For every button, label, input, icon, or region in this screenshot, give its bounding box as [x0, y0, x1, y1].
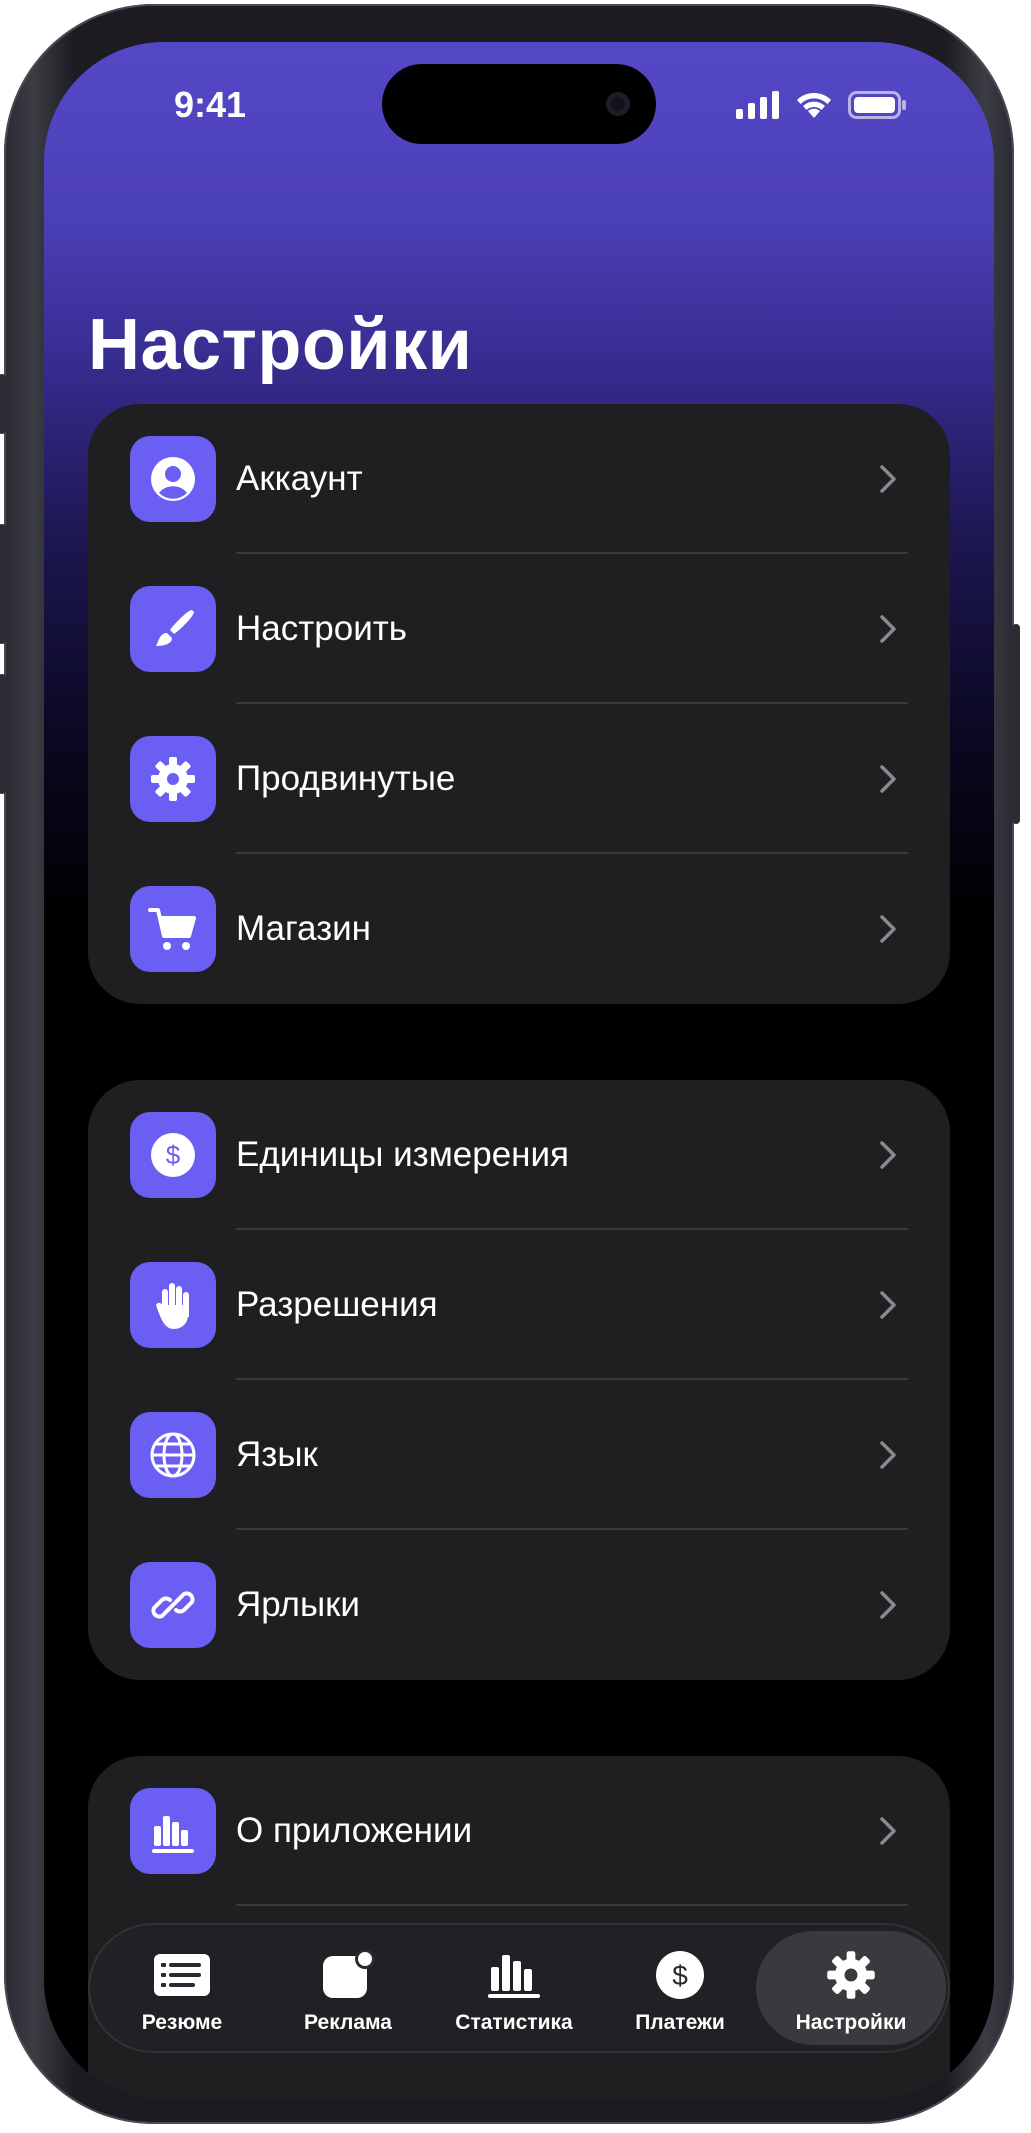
- action-button: [0, 374, 6, 434]
- hand-icon: [130, 1262, 216, 1348]
- cart-icon: [130, 886, 216, 972]
- page-title: Настройки: [88, 305, 473, 385]
- svg-text:$: $: [166, 1140, 181, 1170]
- list-icon: [153, 1945, 211, 2005]
- signal-icon: [736, 91, 779, 119]
- chart-icon: [130, 1788, 216, 1874]
- settings-row-about[interactable]: О приложении: [88, 1756, 950, 1906]
- settings-row-shortcuts[interactable]: Ярлыки: [88, 1530, 950, 1680]
- tab-label: Реклама: [304, 2011, 392, 2034]
- status-icons: [736, 90, 908, 120]
- paintbrush-icon: [130, 586, 216, 672]
- phone-frame: 9:41 Настройки Аккаунт Настроить Продвин…: [0, 4, 1020, 2124]
- settings-row-label: Язык: [236, 1435, 318, 1474]
- tab-bar: Резюме Реклама Статистика $ Платежи Наст…: [88, 1923, 950, 2053]
- tab-label: Статистика: [455, 2011, 573, 2034]
- battery-icon: [848, 91, 906, 119]
- tab-summary[interactable]: Резюме: [96, 1925, 268, 2051]
- camera-icon: [606, 92, 630, 116]
- tab-ads[interactable]: Реклама: [262, 1925, 434, 2051]
- chevron-right-icon: [870, 1587, 906, 1623]
- settings-row-permissions[interactable]: Разрешения: [88, 1230, 950, 1380]
- settings-row-label: Разрешения: [236, 1285, 438, 1324]
- power-button: [1012, 624, 1020, 824]
- settings-row-label: Единицы измерения: [236, 1135, 570, 1174]
- chevron-right-icon: [870, 611, 906, 647]
- volume-down-button: [0, 674, 6, 794]
- link-icon: [130, 1562, 216, 1648]
- settings-row-units[interactable]: $ Единицы измерения: [88, 1080, 950, 1230]
- settings-row-store[interactable]: Магазин: [88, 854, 950, 1004]
- settings-row-label: О приложении: [236, 1811, 473, 1850]
- tab-payments[interactable]: $ Платежи: [594, 1925, 766, 2051]
- settings-group-general: Аккаунт Настроить Продвинутые Магазин: [88, 404, 950, 1004]
- wifi-icon: [797, 92, 831, 118]
- dollar-circle-icon: $: [130, 1112, 216, 1198]
- dollar-circle-icon: $: [654, 1945, 706, 2005]
- divider: [236, 1904, 908, 1906]
- settings-row-language[interactable]: Язык: [88, 1380, 950, 1530]
- app-badge-icon: [321, 1945, 375, 2005]
- chevron-right-icon: [870, 461, 906, 497]
- globe-icon: [130, 1412, 216, 1498]
- settings-row-label: Магазин: [236, 909, 372, 948]
- person-icon: [130, 436, 216, 522]
- dynamic-island: [382, 64, 656, 144]
- tab-settings[interactable]: Настройки: [756, 1931, 946, 2045]
- chevron-right-icon: [870, 1287, 906, 1323]
- settings-row-advanced[interactable]: Продвинутые: [88, 704, 950, 854]
- tab-label: Настройки: [795, 2011, 907, 2034]
- settings-row-label: Аккаунт: [236, 459, 363, 498]
- chevron-right-icon: [870, 911, 906, 947]
- chevron-right-icon: [870, 1437, 906, 1473]
- settings-row-label: Продвинутые: [236, 759, 456, 798]
- gear-icon: [824, 1945, 878, 2005]
- settings-row-customize[interactable]: Настроить: [88, 554, 950, 704]
- chevron-right-icon: [870, 1813, 906, 1849]
- settings-row-label: Настроить: [236, 609, 408, 648]
- screen: 9:41 Настройки Аккаунт Настроить Продвин…: [44, 42, 994, 2100]
- chart-icon: [487, 1945, 541, 2005]
- svg-text:$: $: [672, 1960, 688, 1991]
- tab-statistics[interactable]: Статистика: [428, 1925, 600, 2051]
- settings-group-preferences: $ Единицы измерения Разрешения Язык Ярлы…: [88, 1080, 950, 1680]
- gear-icon: [130, 736, 216, 822]
- settings-row-account[interactable]: Аккаунт: [88, 404, 950, 554]
- tab-label: Резюме: [141, 2011, 223, 2034]
- chevron-right-icon: [870, 1137, 906, 1173]
- volume-up-button: [0, 524, 6, 644]
- tab-label: Платежи: [635, 2011, 725, 2034]
- chevron-right-icon: [870, 761, 906, 797]
- status-time: 9:41: [174, 84, 247, 125]
- settings-row-label: Ярлыки: [236, 1585, 360, 1624]
